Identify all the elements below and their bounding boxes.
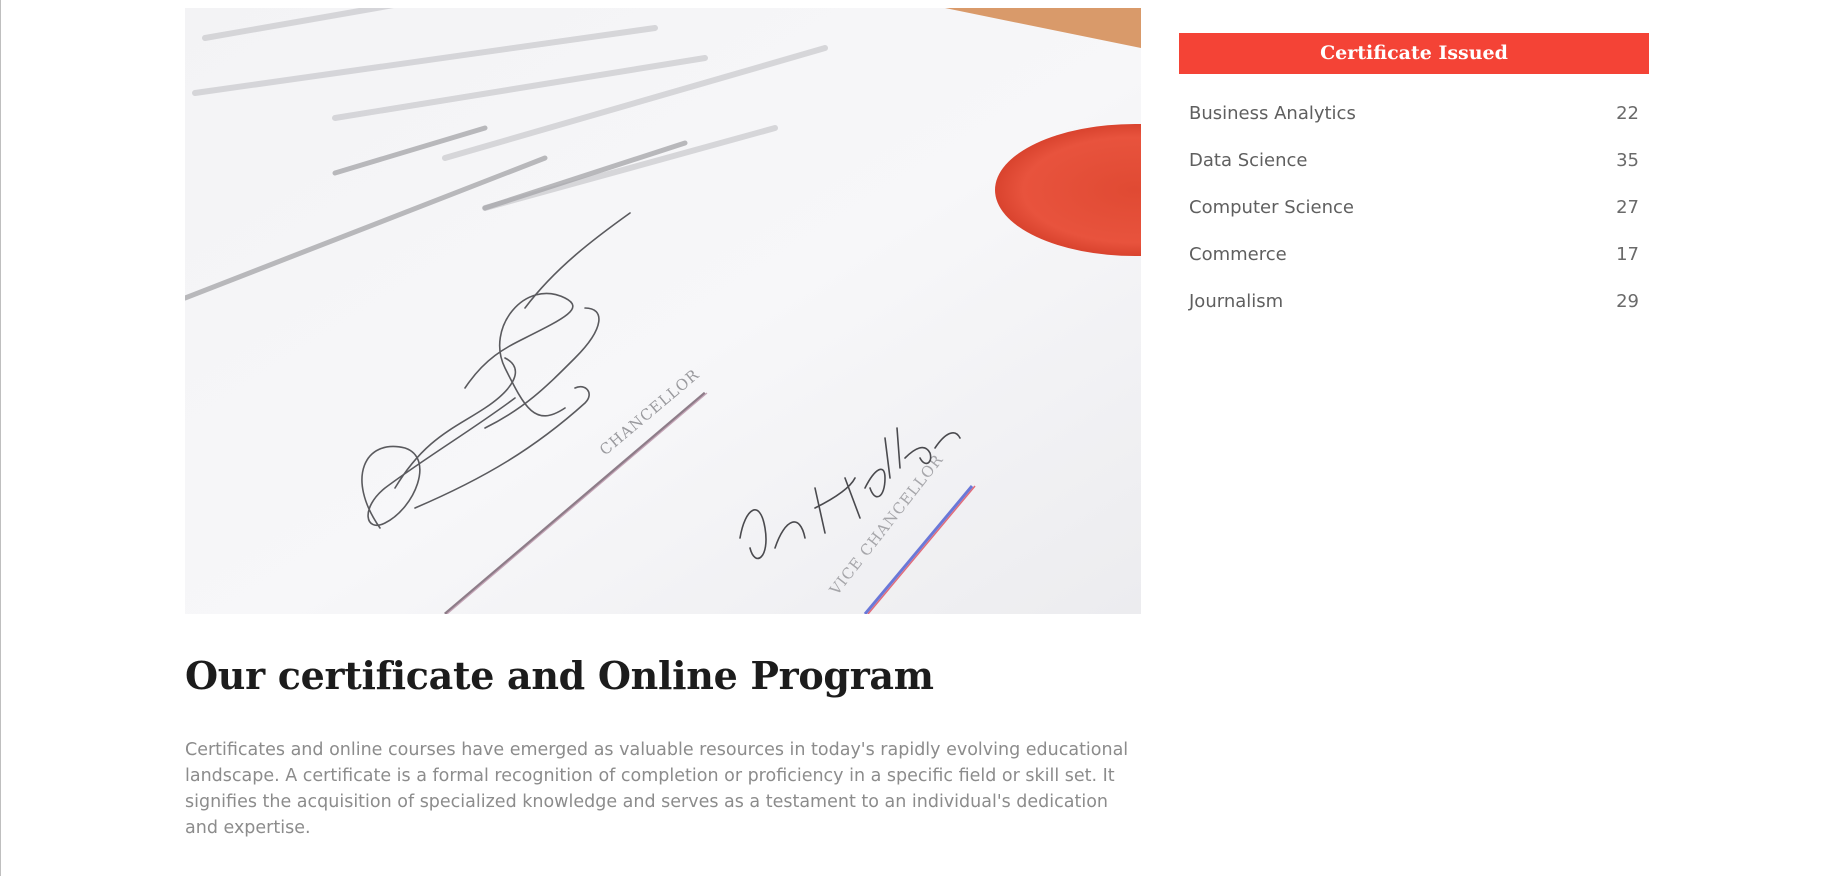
- category-count: 29: [1616, 291, 1639, 312]
- category-item-commerce[interactable]: Commerce 17: [1179, 231, 1649, 278]
- certificate-image: CHANCELLOR VICE CHANCELLOR: [185, 8, 1141, 614]
- category-count: 35: [1616, 150, 1639, 171]
- category-item-computer-science[interactable]: Computer Science 27: [1179, 184, 1649, 231]
- widget-title: Certificate Issued: [1179, 33, 1649, 74]
- category-label: Data Science: [1189, 150, 1308, 171]
- page: CHANCELLOR VICE CHANCELLOR Our certifica…: [0, 0, 1837, 876]
- category-count: 17: [1616, 244, 1639, 265]
- category-item-business-analytics[interactable]: Business Analytics 22: [1179, 90, 1649, 137]
- category-label: Computer Science: [1189, 197, 1354, 218]
- category-count: 22: [1616, 103, 1639, 124]
- category-item-data-science[interactable]: Data Science 35: [1179, 137, 1649, 184]
- category-label: Commerce: [1189, 244, 1287, 265]
- certificate-issued-widget: Certificate Issued Business Analytics 22…: [1179, 33, 1649, 325]
- category-item-journalism[interactable]: Journalism 29: [1179, 278, 1649, 325]
- category-label: Business Analytics: [1189, 103, 1356, 124]
- article-body: Certificates and online courses have eme…: [185, 740, 1129, 838]
- page-title: Our certificate and Online Program: [185, 653, 934, 698]
- category-label: Journalism: [1189, 291, 1284, 312]
- category-count: 27: [1616, 197, 1639, 218]
- category-list: Business Analytics 22 Data Science 35 Co…: [1179, 74, 1649, 325]
- certificate-illustration: CHANCELLOR VICE CHANCELLOR: [185, 8, 1141, 614]
